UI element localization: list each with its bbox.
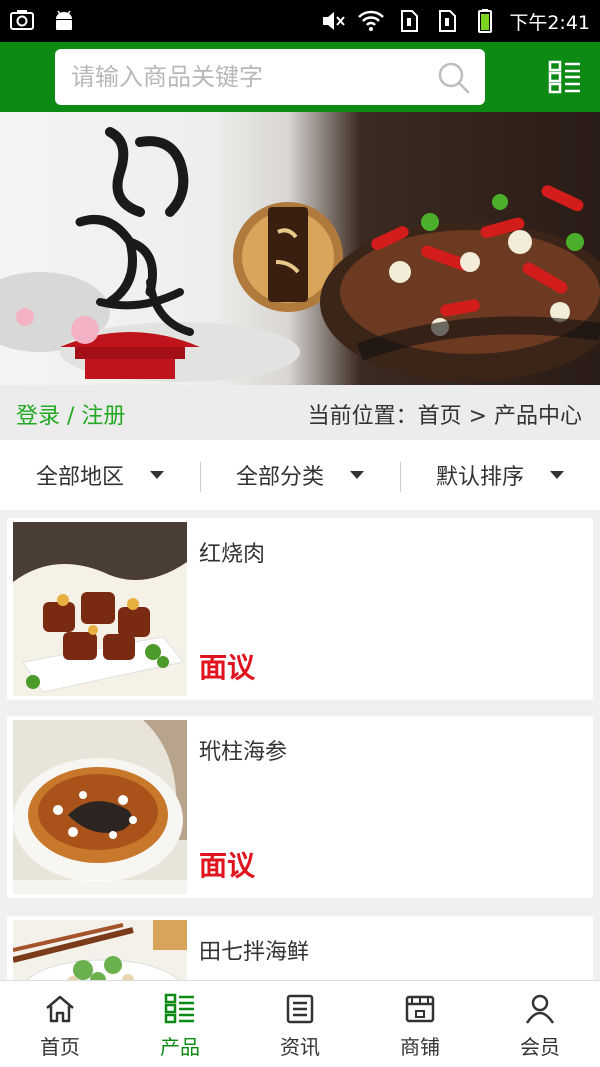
tab-label: 产品 bbox=[160, 1035, 200, 1059]
app-screen: 下午2:41 请输入商品关键字 登录 / 注册 当前位置：首页 > 产品中心 全… bbox=[0, 0, 600, 1067]
product-card[interactable]: 玳柱海参 面议 bbox=[7, 716, 593, 898]
region-filter-label: 全部地区 bbox=[35, 465, 124, 490]
product-price: 面议 bbox=[199, 651, 256, 684]
product-name: 田七拌海鲜 bbox=[199, 940, 310, 965]
tab-label: 首页 bbox=[40, 1035, 80, 1059]
product-card[interactable]: 红烧肉 面议 bbox=[7, 518, 593, 700]
chevron-down-icon bbox=[350, 471, 364, 479]
tab-label: 资讯 bbox=[280, 1035, 320, 1059]
sim1-icon bbox=[401, 10, 419, 32]
region-filter[interactable]: 全部地区 bbox=[0, 440, 200, 510]
news-icon bbox=[286, 994, 314, 1024]
list-icon bbox=[164, 993, 194, 1024]
product-image bbox=[13, 720, 187, 894]
tab-home[interactable]: 首页 bbox=[0, 981, 120, 1067]
tab-member[interactable]: 会员 bbox=[480, 981, 600, 1067]
chevron-down-icon bbox=[550, 471, 564, 479]
product-image bbox=[13, 522, 187, 696]
screenshot-icon bbox=[10, 10, 34, 30]
sort-filter-label: 默认排序 bbox=[435, 465, 524, 490]
login-register-link[interactable]: 登录 / 注册 bbox=[16, 398, 125, 430]
promo-banner[interactable] bbox=[0, 112, 600, 385]
home-icon bbox=[46, 995, 74, 1023]
shop-icon bbox=[405, 995, 435, 1023]
sim2-icon bbox=[439, 10, 457, 32]
tab-products[interactable]: 产品 bbox=[120, 981, 240, 1067]
search-box[interactable] bbox=[55, 49, 485, 105]
wifi-icon bbox=[358, 10, 385, 31]
tab-shops[interactable]: 商铺 bbox=[360, 981, 480, 1067]
android-icon bbox=[56, 10, 72, 30]
category-filter[interactable]: 全部分类 bbox=[200, 440, 400, 510]
user-icon bbox=[525, 994, 555, 1024]
product-name: 红烧肉 bbox=[199, 542, 266, 567]
tab-label: 会员 bbox=[520, 1035, 560, 1059]
sort-filter[interactable]: 默认排序 bbox=[400, 440, 600, 510]
top-header bbox=[0, 42, 600, 112]
battery-icon bbox=[478, 9, 493, 33]
bottom-tab-bar: 首页 产品 资讯 商铺 会员 bbox=[0, 980, 600, 1067]
status-bar: 下午2:41 bbox=[0, 0, 600, 42]
search-input[interactable] bbox=[71, 57, 421, 97]
clock: 下午2:41 bbox=[509, 11, 590, 34]
chevron-down-icon bbox=[150, 471, 164, 479]
mute-icon bbox=[323, 12, 346, 30]
breadcrumb: 当前位置：首页 > 产品中心 bbox=[307, 404, 582, 429]
search-icon[interactable] bbox=[437, 61, 471, 95]
breadcrumb-bar: 登录 / 注册 当前位置：首页 > 产品中心 bbox=[0, 385, 600, 440]
banner-artwork bbox=[0, 127, 600, 382]
tab-label: 商铺 bbox=[400, 1035, 440, 1059]
product-price: 面议 bbox=[199, 849, 256, 882]
category-menu-icon[interactable] bbox=[548, 60, 582, 94]
category-filter-label: 全部分类 bbox=[235, 465, 324, 490]
product-name: 玳柱海参 bbox=[199, 740, 288, 765]
tab-news[interactable]: 资讯 bbox=[240, 981, 360, 1067]
filter-bar: 全部地区 全部分类 默认排序 bbox=[0, 440, 600, 510]
